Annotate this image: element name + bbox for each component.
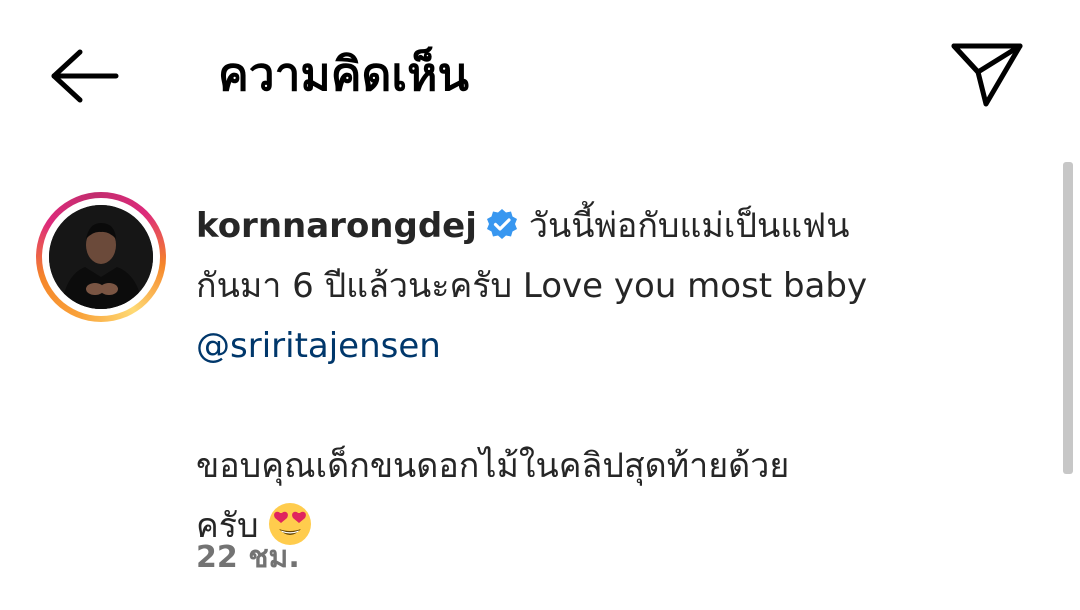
comment-line: @sriritajensen <box>196 316 996 376</box>
comment-text: วันนี้พ่อกับแม่เป็นแฟน <box>528 206 850 246</box>
avatar-story-ring[interactable] <box>36 192 166 322</box>
page-title: ความคิดเห็น <box>218 47 469 101</box>
username-link[interactable]: kornnarongdej <box>196 206 477 246</box>
share-button[interactable] <box>948 36 1028 112</box>
verified-badge-icon <box>485 201 519 239</box>
top-bar: ความคิดเห็น <box>0 0 1080 150</box>
comment-line: ขอบคุณเด็กขนดอกไม้ในคลิปสุดท้ายด้วย <box>196 446 790 486</box>
avatar <box>49 205 153 309</box>
comment-line: ครับ <box>196 496 996 556</box>
mention-link[interactable]: @sriritajensen <box>196 326 441 366</box>
arrow-left-icon <box>51 49 119 103</box>
scrollbar[interactable] <box>1063 162 1073 474</box>
paper-plane-icon <box>951 43 1023 107</box>
profile-photo-icon <box>49 205 153 309</box>
back-button[interactable] <box>44 44 124 108</box>
comment-body: kornnarongdej วันนี้พ่อกับแม่เป็นแฟน กัน… <box>196 196 996 556</box>
comment-line: กันมา 6 ปีแล้วนะครับ Love you most baby <box>196 266 868 306</box>
comment-line: kornnarongdej วันนี้พ่อกับแม่เป็นแฟน <box>196 196 996 256</box>
comment-timestamp: 22 ชม. <box>196 540 300 575</box>
